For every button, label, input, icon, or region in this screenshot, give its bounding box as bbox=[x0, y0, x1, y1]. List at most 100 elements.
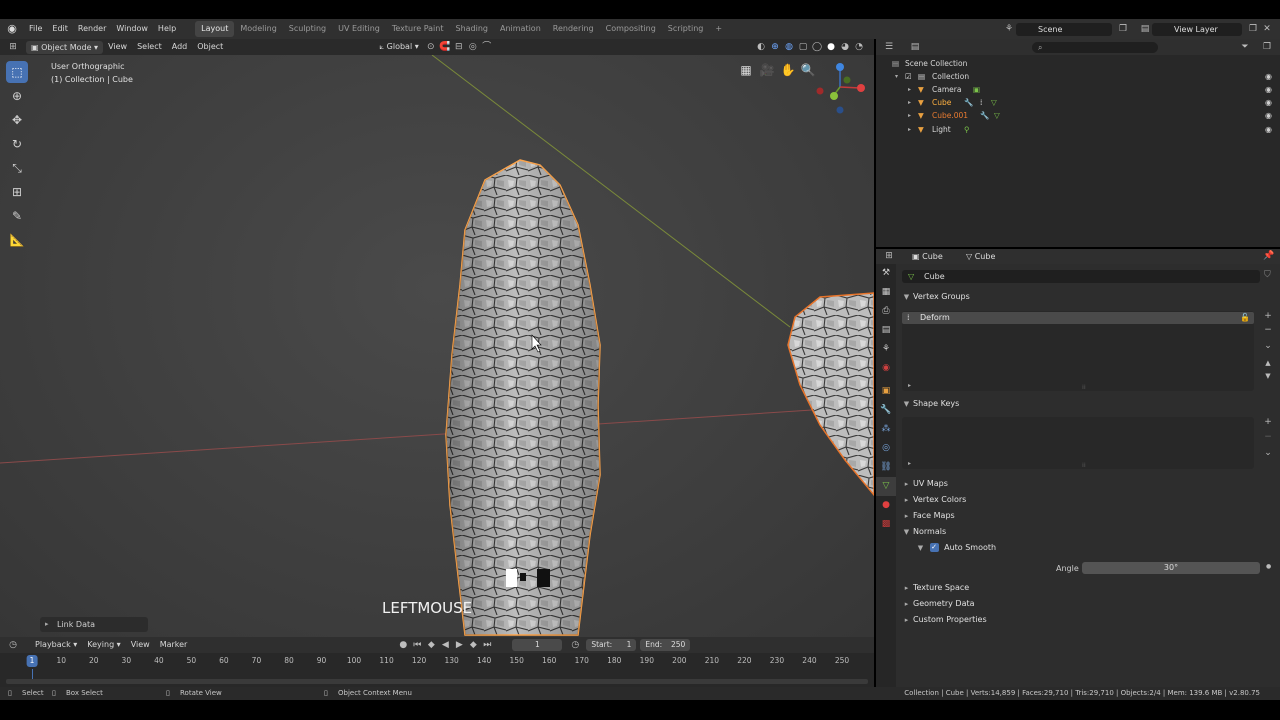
play-reverse-icon[interactable]: ◀ bbox=[438, 638, 452, 652]
record-icon[interactable]: ● bbox=[396, 638, 410, 652]
shading-wireframe-icon[interactable]: ◯ bbox=[810, 40, 824, 54]
visibility-eye-icon[interactable]: ◉ bbox=[1265, 70, 1272, 83]
render-tab-icon[interactable]: ▦ bbox=[876, 283, 896, 302]
pan-view-icon[interactable]: ✋ bbox=[779, 61, 797, 79]
checkbox-icon[interactable]: ☑ bbox=[905, 70, 912, 83]
outliner-editor-type-icon[interactable]: ☰ bbox=[882, 40, 896, 54]
list-resize-handle[interactable]: ⁞⁞ bbox=[1082, 384, 1086, 391]
fake-user-shield-icon[interactable]: ⛉ bbox=[1264, 270, 1271, 280]
transform-orientation-selector[interactable]: ⟀ Global ▾ bbox=[374, 39, 423, 55]
object-tab-icon[interactable]: ▣ bbox=[876, 382, 896, 401]
custom-properties-panel-header[interactable]: ▸ Custom Properties bbox=[896, 612, 1280, 628]
timeline-menu-playback[interactable]: Playback ▾ bbox=[30, 637, 82, 653]
material-tab-icon[interactable]: ● bbox=[876, 496, 896, 515]
face-maps-panel-header[interactable]: ▸ Face Maps bbox=[896, 508, 1280, 524]
breadcrumb-object[interactable]: ▣ Cube bbox=[912, 249, 943, 264]
new-view-layer-icon[interactable]: ❐ bbox=[1246, 22, 1260, 36]
preview-range-icon[interactable]: ◷ bbox=[568, 638, 582, 652]
shape-keys-panel-header[interactable]: ▼ Shape Keys bbox=[896, 396, 1280, 412]
viewport-menu-object[interactable]: Object bbox=[192, 39, 228, 55]
play-icon[interactable]: ▶ bbox=[452, 638, 466, 652]
auto-smooth-subpanel-header[interactable]: ▼ ✓ Auto Smooth bbox=[910, 540, 1280, 556]
workspace-tab-layout[interactable]: Layout bbox=[195, 21, 235, 37]
list-expand-icon[interactable]: ▸ bbox=[908, 382, 911, 389]
output-tab-icon[interactable]: ⎙ bbox=[876, 302, 896, 321]
geometry-data-panel-header[interactable]: ▸ Geometry Data bbox=[896, 596, 1280, 612]
data-tab-icon[interactable]: ▽ bbox=[876, 477, 896, 496]
annotate-tool-icon[interactable]: ✎ bbox=[6, 205, 28, 227]
rotate-tool-icon[interactable]: ↻ bbox=[6, 133, 28, 155]
lock-icon[interactable]: 🔓 bbox=[1240, 312, 1250, 324]
start-frame-field[interactable]: Start: 1 bbox=[586, 639, 637, 651]
remove-shape-key-button[interactable]: − bbox=[1262, 432, 1274, 442]
visibility-eye-icon[interactable]: ◉ bbox=[1265, 123, 1272, 136]
timeline-menu-keying[interactable]: Keying ▾ bbox=[82, 637, 125, 653]
select-box-tool-icon[interactable]: ⬚ bbox=[6, 61, 28, 83]
blender-logo-icon[interactable]: ◉ bbox=[6, 23, 18, 35]
workspace-tab-modeling[interactable]: Modeling bbox=[234, 21, 282, 37]
properties-editor-type-icon[interactable]: ⊞ bbox=[882, 249, 896, 263]
snap-icon[interactable]: 🧲 bbox=[438, 40, 452, 54]
frame-ruler[interactable]: 1 10 20 30 40 50 60 70 80 90 100 110 120 130 140 150 160… bbox=[0, 655, 874, 669]
cursor-tool-icon[interactable]: ⊕ bbox=[6, 85, 28, 107]
constraints-tab-icon[interactable]: ⛓ bbox=[876, 458, 896, 477]
normals-panel-header[interactable]: ▼ Normals bbox=[896, 524, 1280, 540]
vertex-groups-panel-header[interactable]: ▼ Vertex Groups bbox=[896, 289, 1280, 305]
jump-start-icon[interactable]: ⏮ bbox=[410, 638, 424, 652]
timeline-scrollbar[interactable] bbox=[6, 679, 868, 684]
shading-material-icon[interactable]: ◕ bbox=[838, 40, 852, 54]
outliner-row-cube-001[interactable]: ▸ ▼ Cube.001 🔧 ▽ ◉ bbox=[876, 109, 1280, 122]
measure-tool-icon[interactable]: 📐 bbox=[6, 229, 28, 251]
workspace-tab-scripting[interactable]: Scripting bbox=[662, 21, 710, 37]
editor-type-icon[interactable]: ⊞ bbox=[6, 40, 20, 54]
visibility-eye-icon[interactable]: ◉ bbox=[1265, 109, 1272, 122]
list-expand-icon[interactable]: ▸ bbox=[908, 460, 911, 467]
snap-target-icon[interactable]: ⊟ bbox=[452, 40, 466, 54]
shading-rendered-icon[interactable]: ◔ bbox=[852, 40, 866, 54]
jump-prev-keyframe-icon[interactable]: ◆ bbox=[424, 638, 438, 652]
angle-slider[interactable]: 30° bbox=[1082, 562, 1260, 574]
viewport-menu-view[interactable]: View bbox=[103, 39, 132, 55]
auto-smooth-checkbox-icon[interactable]: ✓ bbox=[929, 543, 939, 552]
scene-tab-icon[interactable]: ⚘ bbox=[876, 340, 896, 359]
camera-view-icon[interactable]: 🎥 bbox=[758, 61, 776, 79]
scale-tool-icon[interactable]: ⤡ bbox=[6, 157, 28, 179]
gizmo-toggle-icon[interactable]: ⊕ bbox=[768, 40, 782, 54]
vertex-group-item[interactable]: ⁞ Deform 🔓 bbox=[902, 312, 1254, 324]
move-tool-icon[interactable]: ✥ bbox=[6, 109, 28, 131]
scene-selector[interactable]: Scene bbox=[1016, 22, 1112, 36]
shading-solid-icon[interactable]: ● bbox=[824, 40, 838, 54]
filter-icon[interactable]: ⏷ bbox=[1238, 40, 1252, 54]
menu-window[interactable]: Window bbox=[111, 19, 153, 39]
visibility-eye-icon[interactable]: ◉ bbox=[1265, 83, 1272, 96]
view-layer-tab-icon[interactable]: ▤ bbox=[876, 321, 896, 340]
keyframe-dot-icon[interactable]: ● bbox=[1266, 563, 1271, 570]
workspace-tab-texture-paint[interactable]: Texture Paint bbox=[386, 21, 450, 37]
remove-vertex-group-button[interactable]: − bbox=[1262, 325, 1274, 335]
menu-render[interactable]: Render bbox=[73, 19, 111, 39]
add-vertex-group-button[interactable]: + bbox=[1262, 311, 1274, 321]
workspace-tab-compositing[interactable]: Compositing bbox=[600, 21, 662, 37]
uv-maps-panel-header[interactable]: ▸ UV Maps bbox=[896, 476, 1280, 492]
jump-end-icon[interactable]: ⏭ bbox=[480, 638, 494, 652]
timeline-menu-view[interactable]: View bbox=[126, 637, 155, 653]
outliner-row-collection[interactable]: ▾ ☑ ▤ Collection ◉ bbox=[876, 70, 1280, 83]
world-tab-icon[interactable]: ◉ bbox=[876, 359, 896, 378]
particles-tab-icon[interactable]: ⁂ bbox=[876, 420, 896, 439]
new-scene-icon[interactable]: ❐ bbox=[1116, 22, 1130, 36]
outliner-search-input[interactable]: ⌕ bbox=[1032, 42, 1158, 53]
xray-toggle-icon[interactable]: ▢ bbox=[796, 40, 810, 54]
workspace-tab-sculpting[interactable]: Sculpting bbox=[283, 21, 332, 37]
texture-space-panel-header[interactable]: ▸ Texture Space bbox=[896, 580, 1280, 596]
remove-view-layer-icon[interactable]: ✕ bbox=[1260, 22, 1274, 36]
move-up-icon[interactable]: ▲ bbox=[1262, 359, 1274, 367]
move-down-icon[interactable]: ▼ bbox=[1262, 372, 1274, 380]
overlay-toggle-icon[interactable]: ◍ bbox=[782, 40, 796, 54]
vertex-colors-panel-header[interactable]: ▸ Vertex Colors bbox=[896, 492, 1280, 508]
workspace-tab-rendering[interactable]: Rendering bbox=[547, 21, 600, 37]
outliner-row-camera[interactable]: ▸ ▼ Camera ▣ ◉ bbox=[876, 83, 1280, 96]
timeline-editor-type-icon[interactable]: ◷ bbox=[6, 638, 20, 652]
breadcrumb-data[interactable]: ▽ Cube bbox=[966, 249, 995, 264]
viewport-menu-select[interactable]: Select bbox=[132, 39, 167, 55]
new-collection-icon[interactable]: ❐ bbox=[1260, 40, 1274, 54]
